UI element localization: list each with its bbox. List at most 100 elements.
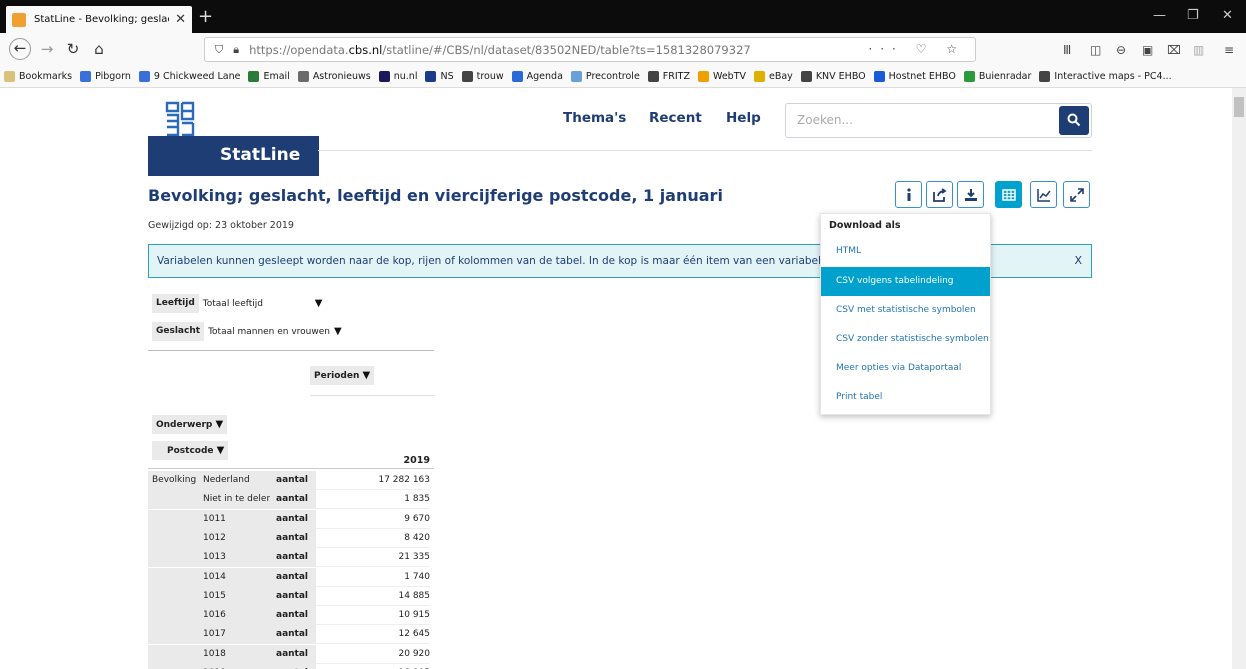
filter-geslacht[interactable]: Geslacht Totaal mannen en vrouwen ▼ xyxy=(152,322,342,341)
bookmark-item[interactable]: Astronieuws xyxy=(297,71,371,82)
label-cell: aantal xyxy=(270,625,316,645)
extension-icon[interactable]: ▥ xyxy=(1193,43,1204,57)
label-cell: aantal xyxy=(270,567,316,587)
new-tab-icon[interactable]: + xyxy=(198,6,213,28)
bookmark-icon xyxy=(378,71,390,82)
download-print[interactable]: Print tabel xyxy=(821,383,990,412)
table-row: 1019aantal18 905 xyxy=(148,664,434,669)
folder-icon xyxy=(4,71,15,82)
nav-help[interactable]: Help xyxy=(726,110,761,126)
postcode-header[interactable]: Postcode ▼ xyxy=(152,441,229,460)
page-title: Bevolking; geslacht, leeftijd en viercij… xyxy=(148,186,723,205)
table-icon xyxy=(1002,189,1016,201)
bookmark-item[interactable]: Email xyxy=(248,71,290,82)
table-view-button[interactable] xyxy=(995,181,1022,208)
label-cell: aantal xyxy=(270,509,316,529)
bookmark-icon xyxy=(800,71,812,82)
download-dataportaal[interactable]: Meer opties via Dataportaal xyxy=(821,354,990,383)
bookmark-icon xyxy=(697,71,709,82)
fullscreen-button[interactable] xyxy=(1063,181,1090,208)
close-banner-button[interactable]: X xyxy=(1074,254,1082,267)
download-csv-met-symbolen[interactable]: CSV met statistische symbolen xyxy=(821,296,990,325)
filter-icon[interactable]: ▼ xyxy=(315,298,323,309)
statline-brand[interactable]: StatLine xyxy=(148,136,319,176)
sidebar-icon[interactable]: ◫ xyxy=(1090,43,1101,57)
download-csv-tabelindeling[interactable]: CSV volgens tabelindeling xyxy=(821,267,990,296)
download-html[interactable]: HTML xyxy=(821,237,990,266)
value-cell: 21 335 xyxy=(316,548,430,568)
url-text: https://opendata.cbs.nl/statline/#/CBS/n… xyxy=(249,42,751,57)
download-csv-zonder-symbolen[interactable]: CSV zonder statistische symbolen xyxy=(821,325,990,354)
label-cell: aantal xyxy=(270,664,316,669)
filter-icon[interactable]: ▼ xyxy=(215,419,223,430)
bookmark-item[interactable]: KNV EHBO xyxy=(800,71,866,82)
search-button[interactable] xyxy=(1059,106,1089,135)
restore-icon[interactable]: ❐ xyxy=(1187,8,1199,23)
table-row: 1018 aantal 20 920 xyxy=(148,644,434,664)
search-input[interactable]: Zoeken... xyxy=(797,113,853,127)
scrollbar-thumb[interactable] xyxy=(1234,97,1244,117)
download-icon xyxy=(965,189,977,201)
bookmark-item[interactable]: Precontrole xyxy=(570,71,640,82)
bookmark-item[interactable]: NS xyxy=(425,71,454,82)
label-cell: 1019 xyxy=(198,664,270,669)
value-cell: 9 670 xyxy=(316,510,430,529)
page-actions[interactable]: ··· ♡ ☆ xyxy=(868,42,965,56)
value-cell: 1 835 xyxy=(316,490,430,510)
label-cell xyxy=(148,490,198,510)
page-scrollbar[interactable] xyxy=(1232,88,1246,669)
bookmark-item[interactable]: 9 Chickweed Lane xyxy=(138,71,240,82)
perioden-header[interactable]: Perioden ▼ xyxy=(310,366,375,385)
statline-favicon-icon xyxy=(12,12,26,27)
library-icon[interactable]: Ⅲ xyxy=(1063,43,1071,57)
filter-icon[interactable]: ▼ xyxy=(334,326,342,337)
reload-icon[interactable]: ↻ xyxy=(62,39,84,59)
label-cell: 1013 xyxy=(198,548,270,568)
bookmark-item[interactable]: WebTV xyxy=(697,71,746,82)
address-bar[interactable]: ⛉ 🔒︎ https://opendata.cbs.nl/statline/#/… xyxy=(204,37,976,62)
reader-icon[interactable]: ⌧ xyxy=(1167,43,1181,57)
value-cell: 17 282 163 xyxy=(316,471,430,490)
share-button[interactable] xyxy=(926,181,953,208)
bookmark-icon xyxy=(80,71,92,82)
shield-icon: ⛉ xyxy=(215,42,224,56)
browser-tab[interactable]: StatLine - Bevolking; geslacht, l ✕ xyxy=(6,6,192,33)
bookmark-item[interactable]: Agenda xyxy=(511,71,563,82)
label-cell xyxy=(148,664,198,669)
home-icon[interactable]: ⌂ xyxy=(88,39,110,59)
screenshot-icon[interactable]: ▣ xyxy=(1142,43,1153,57)
bookmark-item[interactable]: Interactive maps - PC4... xyxy=(1039,71,1172,82)
onderwerp-header[interactable]: Onderwerp ▼ xyxy=(152,415,228,434)
bookmark-item[interactable]: trouw xyxy=(461,71,504,82)
info-button[interactable] xyxy=(895,181,922,208)
bookmark-item[interactable]: Hostnet EHBO xyxy=(873,71,956,82)
bookmark-item[interactable]: eBay xyxy=(754,71,793,82)
label-cell: 1011 xyxy=(198,509,270,529)
filter-leeftijd[interactable]: Leeftijd Totaal leeftijd ▼ xyxy=(152,294,322,313)
chart-view-button[interactable] xyxy=(1030,181,1057,208)
back-icon[interactable]: ← xyxy=(9,38,31,60)
forward-icon[interactable]: → xyxy=(36,39,58,59)
bookmark-icon xyxy=(570,71,582,82)
label-cell xyxy=(148,567,198,587)
download-button[interactable] xyxy=(957,181,984,208)
nav-themas[interactable]: Thema's xyxy=(563,110,626,126)
filter-icon[interactable]: ▼ xyxy=(217,445,225,456)
label-cell: 1015 xyxy=(198,586,270,606)
filter-icon[interactable]: ▼ xyxy=(363,370,371,381)
bookmark-item[interactable]: Bookmarks xyxy=(4,71,72,82)
bookmark-item[interactable]: Buienradar xyxy=(963,71,1031,82)
close-tab-icon[interactable]: ✕ xyxy=(175,12,186,27)
download-menu-heading: Download als xyxy=(829,220,901,231)
minimize-icon[interactable]: — xyxy=(1153,8,1166,23)
label-cell: aantal xyxy=(270,528,316,548)
nav-recent[interactable]: Recent xyxy=(649,110,702,126)
account-icon[interactable]: ⊖ xyxy=(1116,43,1126,57)
menu-icon[interactable]: ≡ xyxy=(1224,43,1234,57)
bookmark-item[interactable]: nu.nl xyxy=(378,71,417,82)
table-row: Niet in te delen aantal 1 835 xyxy=(148,490,434,510)
window-close-icon[interactable]: ✕ xyxy=(1222,8,1233,23)
bookmark-item[interactable]: FRITZ xyxy=(647,71,690,82)
bookmark-item[interactable]: Pibgorn xyxy=(80,71,131,82)
label-cell: aantal xyxy=(270,490,316,510)
